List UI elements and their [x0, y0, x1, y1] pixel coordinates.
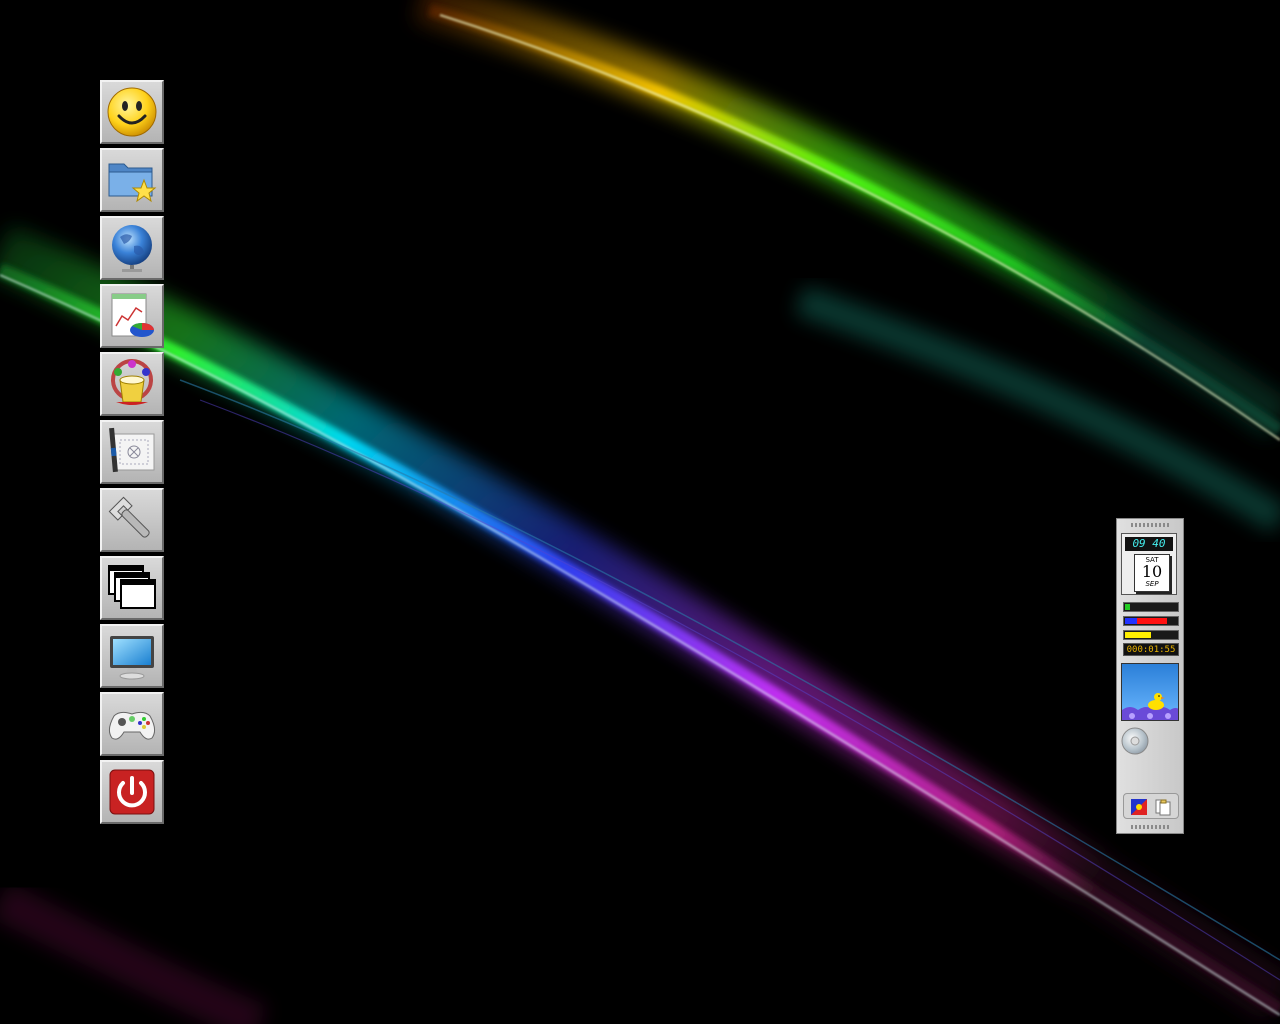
launcher-games-button[interactable]	[100, 692, 164, 756]
wrench-icon	[108, 496, 150, 538]
swap-meter[interactable]	[1123, 630, 1179, 640]
charts-icon	[111, 293, 154, 337]
favorites-folder-icon	[108, 163, 157, 203]
clock-calendar-applet[interactable]: 09 40 SAT 10 SEP	[1121, 533, 1177, 595]
calendar-page: SAT 10 SEP	[1134, 554, 1170, 592]
launcher-settings-button[interactable]	[100, 488, 164, 552]
clock-time: 09 40	[1125, 537, 1173, 551]
dock-bottom-grip[interactable]	[1131, 825, 1169, 829]
launcher-globe-button[interactable]	[100, 216, 164, 280]
launcher-windows-button[interactable]	[100, 556, 164, 620]
cpu-meter-fill	[1125, 604, 1130, 610]
duck-applet[interactable]	[1121, 663, 1179, 721]
color-palette-icon[interactable]	[1130, 798, 1148, 816]
launcher-drawing-button[interactable]	[100, 420, 164, 484]
system-dock: 09 40 SAT 10 SEP 000:01:55	[1116, 518, 1184, 834]
calendar-date: 10	[1141, 562, 1163, 581]
memory-meter[interactable]	[1123, 616, 1179, 626]
dock-top-grip[interactable]	[1131, 523, 1169, 527]
memory-meter-fill-cache	[1137, 618, 1167, 624]
launcher-smiley-button[interactable]	[100, 80, 164, 144]
launcher-favorites-folder-button[interactable]	[100, 148, 164, 212]
duck-icon	[1122, 693, 1178, 720]
paint-bucket-icon	[111, 359, 153, 405]
calendar-month: SEP	[1145, 580, 1159, 588]
launcher-office-charts-button[interactable]	[100, 284, 164, 348]
gamepad-icon	[108, 711, 156, 740]
monitor-icon	[110, 636, 154, 680]
application-launcher	[100, 80, 164, 828]
globe-icon	[112, 225, 152, 272]
smiley-icon	[107, 87, 157, 137]
clipboard-icon[interactable]	[1154, 798, 1172, 816]
power-icon	[109, 769, 155, 815]
launcher-power-button[interactable]	[100, 760, 164, 824]
launcher-display-button[interactable]	[100, 624, 164, 688]
cpu-meter[interactable]	[1123, 602, 1179, 612]
memory-meter-fill-used	[1125, 618, 1137, 624]
tray-buttons	[1123, 793, 1179, 819]
windows-icon	[108, 565, 156, 609]
launcher-graphics-button[interactable]	[100, 352, 164, 416]
blueprint-icon	[109, 427, 155, 473]
cd-drive-icon[interactable]	[1121, 727, 1149, 755]
uptime-display: 000:01:55	[1123, 643, 1179, 656]
swap-meter-fill	[1125, 632, 1151, 638]
desktop-wallpaper	[0, 0, 1280, 1024]
